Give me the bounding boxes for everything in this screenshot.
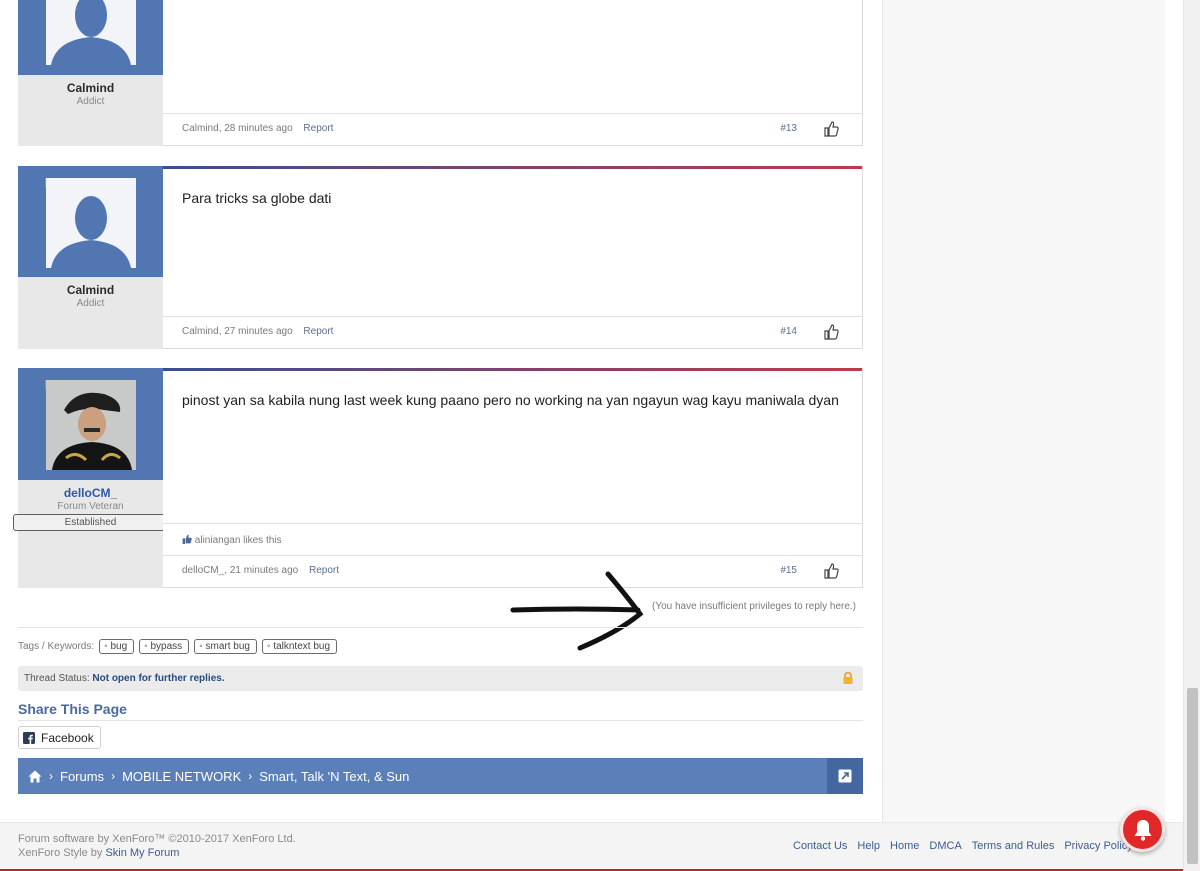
thread-status-bar: Thread Status: Not open for further repl…: [18, 666, 863, 691]
post-time[interactable]: 27 minutes ago: [224, 326, 292, 337]
report-link[interactable]: Report: [303, 326, 333, 337]
post-meta: delloCM_, 21 minutes ago Report: [182, 565, 339, 576]
username[interactable]: Calmind: [18, 81, 163, 95]
breadcrumb-item-forums[interactable]: Forums: [60, 769, 104, 784]
footer-link-dmca[interactable]: DMCA: [929, 840, 961, 852]
post-meta: Calmind, 28 minutes ago Report: [182, 123, 334, 134]
chevron-right-icon: ›: [49, 769, 53, 783]
footer-links: Contact Us Help Home DMCA Terms and Rule…: [793, 840, 1133, 852]
footer-link-privacy[interactable]: Privacy Policy: [1064, 840, 1132, 852]
facebook-label: Facebook: [41, 730, 94, 745]
post-content: Calmind, 28 minutes ago Report #13: [163, 0, 863, 146]
post-author[interactable]: Calmind: [182, 123, 219, 134]
jump-to-button[interactable]: [827, 758, 863, 794]
style-credit: XenForo Style by Skin My Forum: [18, 847, 179, 859]
page-footer: Forum software by XenForo™ ©2010-2017 Xe…: [0, 822, 1183, 871]
vertical-scrollbar[interactable]: [1183, 0, 1200, 871]
post-divider: [163, 166, 862, 169]
post-meta: Calmind, 27 minutes ago Report: [182, 326, 334, 337]
thumbs-up-icon: [182, 534, 192, 544]
report-link[interactable]: Report: [303, 123, 333, 134]
post-number[interactable]: #14: [780, 326, 797, 337]
user-title: Addict: [76, 298, 105, 309]
post-13: Calmind Addict Calmind, 28 minutes ago R…: [18, 0, 863, 146]
user-info: Calmind Addict: [18, 166, 163, 349]
username[interactable]: delloCM_: [18, 486, 163, 500]
tag-list: Tags / Keywords: bug bypass smart bug ta…: [18, 637, 338, 655]
lock-icon: [843, 672, 853, 684]
tags-label: Tags / Keywords:: [18, 640, 95, 652]
user-info: Calmind Addict: [18, 0, 163, 146]
likes-summary: aliniangan likes this: [163, 523, 862, 555]
user-info: delloCM_ Forum Veteran Established: [13, 368, 168, 588]
post-message: pinost yan sa kabila nung last week kung…: [182, 392, 839, 408]
post-number[interactable]: #13: [780, 123, 797, 134]
reply-privileges-note: (You have insufficient privileges to rep…: [652, 601, 857, 612]
copyright-text: Forum software by XenForo™ ©2010-2017 Xe…: [18, 833, 296, 845]
footer-link-home[interactable]: Home: [890, 840, 919, 852]
report-link[interactable]: Report: [309, 565, 339, 576]
style-credit-prefix: XenForo Style by: [18, 847, 103, 859]
thread-status-label: Thread Status:: [24, 673, 90, 684]
avatar[interactable]: [46, 178, 136, 268]
breadcrumb-item-mobile-network[interactable]: MOBILE NETWORK: [122, 769, 241, 784]
post-content: pinost yan sa kabila nung last week kung…: [163, 368, 863, 588]
post-time[interactable]: 28 minutes ago: [224, 123, 292, 134]
breadcrumb-item-smart-tnt-sun[interactable]: Smart, Talk 'N Text, & Sun: [259, 769, 409, 784]
post-15: delloCM_ Forum Veteran Established pinos…: [13, 368, 863, 588]
likes-text: aliniangan likes this: [182, 534, 282, 546]
breadcrumb: › Forums › MOBILE NETWORK › Smart, Talk …: [18, 758, 863, 794]
annotation-arrow-icon: [510, 571, 644, 651]
divider: [18, 720, 863, 721]
post-time[interactable]: 21 minutes ago: [230, 565, 298, 576]
home-icon: [28, 770, 42, 782]
post-divider: [163, 368, 862, 371]
divider: [18, 627, 863, 628]
tag-item[interactable]: smart bug: [194, 638, 257, 654]
post-content: Para tricks sa globe dati Calmind, 27 mi…: [163, 166, 863, 349]
post-footer: Calmind, 27 minutes ago Report #14: [163, 316, 862, 348]
thread-status-value: Not open for further replies.: [92, 673, 225, 684]
user-title: Addict: [76, 96, 105, 107]
footer-link-help[interactable]: Help: [857, 840, 880, 852]
tag-item[interactable]: bypass: [139, 638, 190, 654]
bell-icon: [1134, 819, 1151, 841]
footer-link-terms[interactable]: Terms and Rules: [972, 840, 1055, 852]
facebook-share-button[interactable]: Facebook: [18, 726, 101, 749]
chevron-right-icon: ›: [248, 769, 253, 783]
scrollbar-thumb[interactable]: [1187, 688, 1198, 864]
footer-link-contact[interactable]: Contact Us: [793, 840, 847, 852]
post-author[interactable]: Calmind: [182, 326, 219, 337]
like-icon[interactable]: [823, 121, 839, 137]
tag-item[interactable]: bug: [99, 638, 135, 654]
post-number[interactable]: #15: [780, 565, 797, 576]
chevron-right-icon: ›: [111, 769, 116, 783]
share-title: Share This Page: [18, 701, 127, 717]
tag-item[interactable]: talkntext bug: [261, 638, 338, 654]
right-sidebar: [882, 0, 1165, 822]
user-banner: Established: [13, 514, 168, 531]
style-credit-link[interactable]: Skin My Forum: [105, 847, 179, 859]
user-title: Forum Veteran: [57, 501, 124, 512]
avatar[interactable]: [46, 0, 136, 65]
like-icon[interactable]: [823, 324, 839, 340]
likes-label[interactable]: aliniangan likes this: [195, 535, 282, 546]
external-link-icon: [838, 769, 852, 783]
breadcrumb-home[interactable]: [28, 770, 42, 783]
post-14: Calmind Addict Para tricks sa globe dati…: [18, 166, 863, 349]
facebook-icon: [23, 731, 35, 744]
post-author[interactable]: delloCM_: [182, 565, 224, 576]
post-message: Para tricks sa globe dati: [182, 190, 332, 206]
avatar[interactable]: [46, 380, 136, 470]
like-icon[interactable]: [823, 563, 839, 579]
username[interactable]: Calmind: [18, 283, 163, 297]
notification-bell-button[interactable]: [1120, 807, 1165, 852]
post-footer: Calmind, 28 minutes ago Report #13: [163, 113, 862, 145]
